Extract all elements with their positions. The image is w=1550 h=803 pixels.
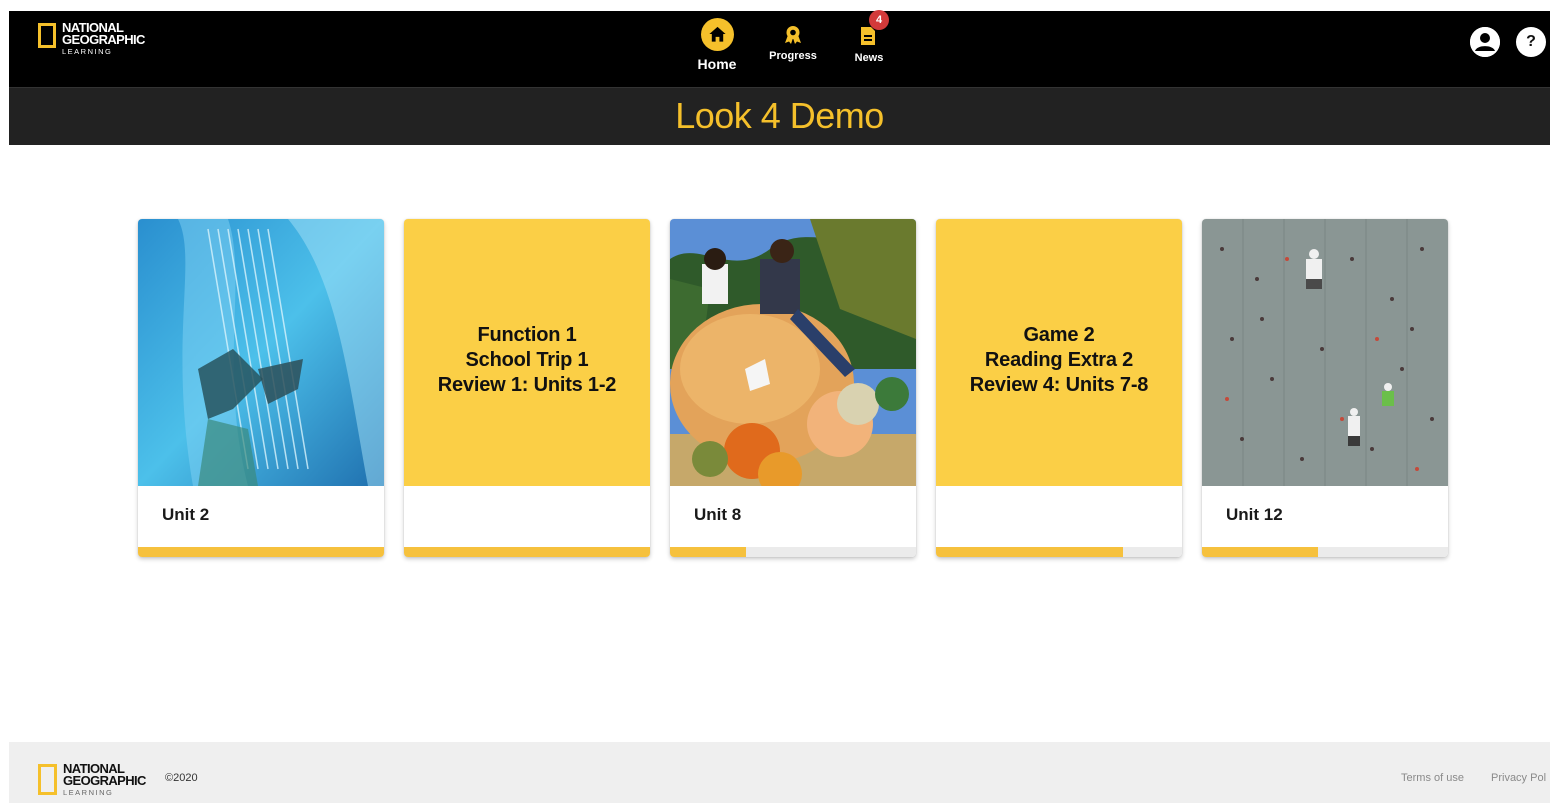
card-progress-fill [404, 547, 650, 557]
harp-photo [138, 219, 384, 486]
card-label: Unit 12 [1226, 505, 1283, 524]
card-progress-fill [1202, 547, 1318, 557]
review-card[interactable]: Game 2 Reading Extra 2 Review 4: Units 7… [936, 219, 1182, 557]
unit-card[interactable]: Unit 8 [670, 219, 916, 557]
logo-line-3: LEARNING [62, 47, 113, 56]
terms-link[interactable]: Terms of use [1401, 772, 1464, 784]
card-label: Unit 2 [162, 505, 210, 524]
news-badge: 4 [869, 10, 889, 30]
tile-line: Review 1: Units 1-2 [437, 374, 617, 396]
nav-home-label: Home [697, 56, 737, 72]
review-tile: Game 2 Reading Extra 2 Review 4: Units 7… [936, 219, 1182, 486]
help-glyph: ? [1526, 33, 1536, 50]
footer-natgeo-logo: NATIONAL GEOGRAPHIC LEARNING [38, 762, 146, 797]
tile-line: Game 2 [1023, 324, 1095, 346]
tile-line: Review 4: Units 7-8 [969, 374, 1149, 396]
review-tile: Function 1 School Trip 1 Review 1: Units… [404, 219, 650, 486]
nav-news-label: News [854, 52, 884, 64]
privacy-link[interactable]: Privacy Pol [1491, 772, 1546, 784]
course-title-bar: Look 4 Demo [9, 87, 1550, 145]
card-progress-bar [1202, 547, 1448, 557]
card-progress-bar [670, 547, 916, 557]
help-icon[interactable]: ? [1516, 27, 1546, 57]
card-progress-bar [138, 547, 384, 557]
home-icon [700, 18, 734, 51]
window-top-margin [0, 0, 1550, 11]
tile-line: Function 1 [477, 324, 577, 346]
card-progress-bar [404, 547, 650, 557]
card-progress-fill [138, 547, 384, 557]
card-progress-bar [936, 547, 1182, 557]
pumpkins-photo [670, 219, 916, 486]
nav-home[interactable]: Home [691, 11, 743, 87]
page-title: Look 4 Demo [675, 95, 884, 136]
card-label: Unit 8 [694, 505, 742, 524]
unit-card[interactable]: Unit 2 [138, 219, 384, 557]
nav-news[interactable]: 4 News [847, 10, 891, 87]
user-icon[interactable] [1470, 27, 1500, 57]
natgeo-logo[interactable]: NATIONAL GEOGRAPHIC LEARNING [38, 21, 145, 56]
window-left-margin [0, 0, 9, 803]
logo-line-3: LEARNING [63, 788, 114, 797]
tile-line: School Trip 1 [465, 349, 589, 371]
climbing-wall-photo [1202, 219, 1448, 486]
card-progress-fill [670, 547, 747, 557]
card-progress-fill [936, 547, 1123, 557]
nav-progress-label: Progress [769, 50, 817, 62]
top-nav-bar: NATIONAL GEOGRAPHIC LEARNING Home Progre… [9, 10, 1550, 87]
page-footer: NATIONAL GEOGRAPHIC LEARNING ©2020 Terms… [9, 742, 1550, 803]
review-card[interactable]: Function 1 School Trip 1 Review 1: Units… [404, 219, 650, 557]
nav-progress[interactable]: Progress [765, 11, 821, 87]
unit-card[interactable]: Unit 12 [1202, 219, 1448, 557]
natgeo-frame-icon [38, 23, 56, 48]
copyright-text: ©2020 [165, 772, 198, 784]
logo-line-2: GEOGRAPHIC [63, 773, 146, 788]
logo-line-2: GEOGRAPHIC [62, 32, 145, 47]
ribbon-icon [783, 25, 803, 45]
natgeo-frame-icon [38, 764, 57, 795]
tile-line: Reading Extra 2 [984, 349, 1134, 371]
